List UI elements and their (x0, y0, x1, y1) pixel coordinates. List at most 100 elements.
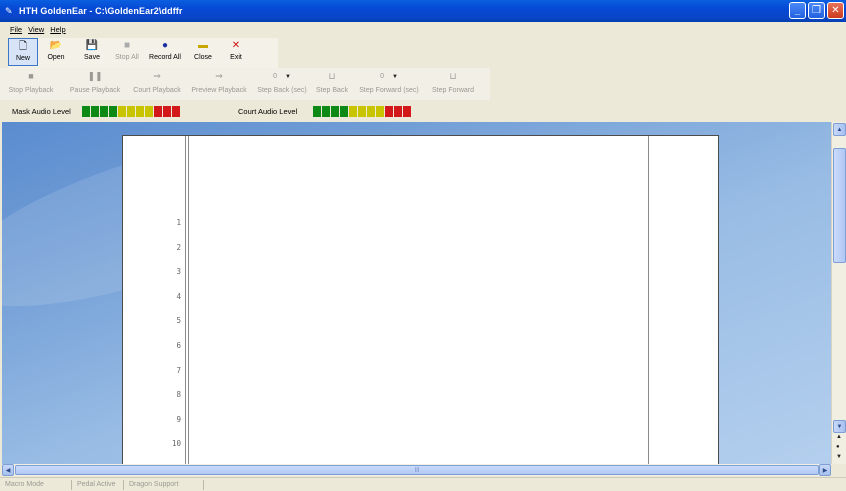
line-number: 6 (176, 341, 181, 350)
line-number: 5 (176, 316, 181, 326)
level-segment-yellow (376, 106, 384, 117)
save-button[interactable]: 💾 Save (74, 38, 110, 66)
stop-icon: ■ (28, 71, 34, 81)
mask-audio-label: Mask Audio Level (12, 107, 71, 116)
horizontal-scrollbar[interactable]: ◀ ||| ▶ (2, 464, 831, 476)
menu-file[interactable]: File (10, 25, 22, 34)
scroll-down-button[interactable]: ▼ (833, 420, 846, 433)
court-audio-label: Court Audio Level (238, 107, 298, 116)
level-segment-green (91, 106, 99, 117)
step-back-sec-combo[interactable]: 0 ▼ Step Back (sec) (252, 68, 312, 98)
scroll-down-icon: ▼ (836, 423, 843, 430)
court-playback-button[interactable]: ⇒ Court Playback (128, 68, 186, 98)
line-number: 10 (171, 439, 181, 449)
left-margin-line-inner (188, 136, 189, 464)
menu-view[interactable]: View (28, 25, 44, 34)
menu-bar: File View Help (0, 22, 846, 36)
level-segment-red (163, 106, 171, 117)
restore-icon: ❐ (812, 4, 821, 16)
line-number: 4 (176, 291, 181, 301)
level-segment-red (154, 106, 162, 117)
line-number: 3 (176, 267, 181, 277)
mask-audio-meter (82, 106, 180, 117)
line-number: 8 (176, 390, 181, 400)
level-segment-yellow (358, 106, 366, 117)
scroll-left-icon: ◀ (5, 467, 11, 474)
level-segment-green (340, 106, 348, 117)
step-back-icon: ⊔ (328, 71, 336, 81)
next-page-icon[interactable]: ▼ (836, 454, 842, 460)
horizontal-scroll-thumb[interactable]: ||| (15, 465, 819, 475)
scroll-up-icon: ▲ (836, 126, 843, 133)
restore-button[interactable]: ❐ (808, 2, 825, 19)
status-pedal-active: Pedal Active (72, 479, 124, 490)
scroll-up-button[interactable]: ▲ (833, 123, 846, 136)
vertical-scrollbar[interactable]: ▲ ▼ ▲ ● ▼ (831, 122, 846, 464)
stop-playback-button[interactable]: ■ Stop Playback (0, 68, 62, 98)
menu-help[interactable]: Help (50, 25, 65, 34)
line-number: 1 (176, 218, 181, 227)
open-folder-icon: 📂 (49, 40, 63, 51)
scroll-right-button[interactable]: ▶ (819, 464, 831, 476)
stop-all-button[interactable]: ■ Stop All (110, 38, 144, 66)
level-segment-red (394, 106, 402, 117)
level-segment-yellow (118, 106, 126, 117)
select-browse-object-icon[interactable]: ● (836, 444, 840, 450)
save-disk-icon: 💾 (85, 40, 99, 51)
close-folder-icon: ▬ (198, 40, 208, 51)
level-segment-green (100, 106, 108, 117)
step-back-sec-select[interactable]: 0 ▼ (264, 71, 300, 82)
document-workspace: 1 2 3 4 5 6 7 8 9 10 (2, 122, 831, 464)
court-audio-meter (313, 106, 411, 117)
exit-x-icon: ✕ (231, 40, 241, 51)
level-segment-yellow (145, 106, 153, 117)
scroll-right-icon: ▶ (822, 467, 828, 474)
transcript-page[interactable]: 1 2 3 4 5 6 7 8 9 10 (122, 135, 719, 464)
close-file-button[interactable]: ▬ Close (186, 38, 220, 66)
level-segment-red (172, 106, 180, 117)
right-margin-line (648, 136, 649, 464)
arrow-right-icon: ⇒ (153, 71, 161, 81)
step-back-button[interactable]: ⊔ Step Back (312, 68, 352, 98)
preview-playback-button[interactable]: ⇒ Preview Playback (186, 68, 252, 98)
previous-page-icon[interactable]: ▲ (836, 434, 842, 440)
new-button[interactable]: 🗋 New (8, 38, 38, 66)
vertical-scroll-thumb[interactable] (833, 148, 846, 263)
step-forward-sec-combo[interactable]: 0 ▼ Step Forward (sec) (352, 68, 426, 98)
exit-button[interactable]: ✕ Exit (220, 38, 252, 66)
record-all-button[interactable]: ● Record All (144, 38, 186, 66)
status-dragon-support: Dragon Support (124, 479, 204, 490)
minimize-icon: _ (794, 4, 801, 16)
level-segment-red (385, 106, 393, 117)
stop-icon: ■ (123, 40, 131, 51)
main-toolbar: 🗋 New 📂 Open 💾 Save ■ Stop All ● Record … (8, 38, 278, 68)
level-segment-red (403, 106, 411, 117)
step-forward-sec-select[interactable]: 0 ▼ (371, 71, 407, 82)
dropdown-arrow-icon: ▼ (284, 73, 291, 80)
level-segment-green (322, 106, 330, 117)
level-segment-yellow (127, 106, 135, 117)
step-forward-button[interactable]: ⊔ Step Forward (426, 68, 480, 98)
pause-icon: ❚❚ (87, 71, 103, 81)
line-number: 7 (176, 365, 181, 375)
line-number: 9 (176, 414, 181, 424)
level-segment-yellow (136, 106, 144, 117)
close-window-button[interactable]: ✕ (827, 2, 844, 19)
arrow-right-icon: ⇒ (215, 71, 223, 81)
grip-icon: ||| (415, 467, 419, 473)
scroll-left-button[interactable]: ◀ (2, 464, 14, 476)
minimize-button[interactable]: _ (789, 2, 806, 19)
level-segment-green (82, 106, 90, 117)
level-segment-green (313, 106, 321, 117)
app-icon: ✎ (5, 6, 13, 16)
new-document-icon: 🗋 (18, 41, 28, 52)
left-margin-line (185, 136, 186, 464)
open-button[interactable]: 📂 Open (38, 38, 74, 66)
status-macro-mode: Macro Mode (0, 479, 72, 490)
step-forward-icon: ⊔ (449, 71, 457, 81)
dropdown-arrow-icon: ▼ (391, 73, 398, 80)
title-bar: ✎ HTH GoldenEar - C:\GoldenEar2\ddffr _ … (0, 0, 846, 22)
pause-playback-button[interactable]: ❚❚ Pause Playback (62, 68, 128, 98)
status-bar: Macro Mode Pedal Active Dragon Support (0, 477, 846, 491)
level-segment-yellow (367, 106, 375, 117)
